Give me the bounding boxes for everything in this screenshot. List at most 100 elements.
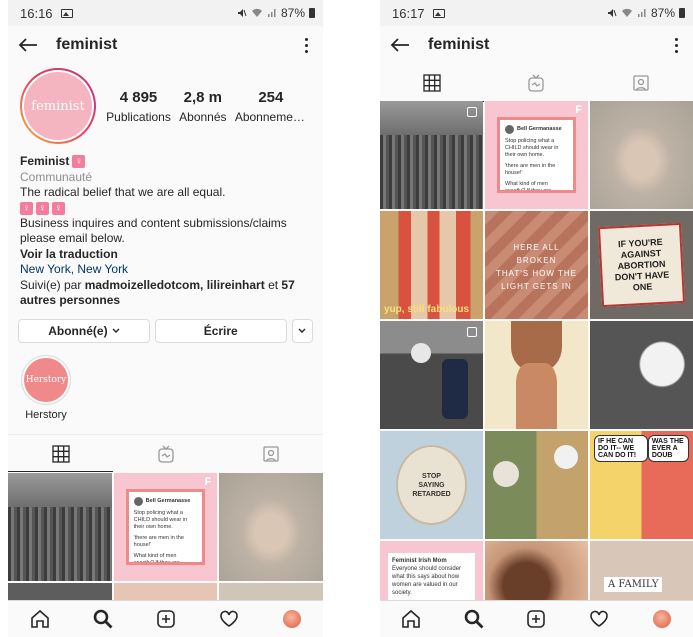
tab-tagged[interactable]	[218, 435, 323, 472]
post-thumbnail[interactable]	[8, 473, 112, 581]
post-logo-letter: F	[575, 104, 582, 116]
post-thumbnail[interactable]	[485, 431, 588, 539]
header-username: feminist	[56, 36, 118, 53]
tweet-line: Stop policing what a CHILD should wear i…	[133, 510, 188, 530]
post-thumbnail[interactable]: A FAMILY	[590, 541, 693, 605]
nav-profile[interactable]	[279, 606, 305, 632]
stat-followers-count: 2,8 m	[183, 88, 223, 106]
back-arrow-icon[interactable]	[18, 34, 40, 56]
wifi-icon	[251, 8, 262, 17]
see-translation-link[interactable]: Voir la traduction	[20, 247, 311, 263]
battery-level: 87%	[650, 6, 675, 20]
highlight-label: Herstory	[25, 408, 67, 421]
tab-igtv[interactable]	[484, 64, 588, 102]
igtv-icon	[157, 445, 174, 463]
nav-new-post[interactable]	[153, 606, 179, 632]
female-sign-icon: ♀	[52, 201, 65, 215]
tweet-card: Bell Germanasse Stop policing what a CHI…	[497, 117, 576, 193]
stat-following-label: Abonnements	[234, 109, 307, 124]
multi-post-icon	[467, 107, 477, 117]
profile-category: Communauté	[20, 169, 93, 184]
tab-tagged[interactable]	[589, 64, 693, 102]
plus-square-icon	[527, 610, 546, 628]
status-bar: 16:17 87%	[380, 0, 693, 26]
more-options-icon[interactable]	[669, 37, 683, 53]
tab-grid[interactable]	[380, 64, 485, 102]
more-options-icon[interactable]	[299, 37, 313, 53]
post-sign-text: A FAMILY	[604, 577, 663, 592]
tweet-author: Bell Germanasse	[517, 126, 562, 132]
nav-activity[interactable]	[586, 606, 612, 632]
stat-followers[interactable]: 2,8 m Abonnés	[179, 89, 226, 124]
post-thumbnail[interactable]	[485, 541, 588, 605]
story-highlights: Herstory Herstory	[8, 343, 323, 435]
female-sign-icon: ♀	[72, 155, 86, 169]
profile-tabs	[380, 64, 693, 102]
post-thumbnail[interactable]: STOP SAYING RETARDED	[380, 431, 483, 539]
home-icon	[30, 609, 49, 628]
profile-bio: Feminist ♀ Communauté The radical belief…	[8, 148, 323, 309]
tweet-author: Bell Germanasse	[145, 498, 191, 504]
profile-name: Feminist ♀	[20, 154, 311, 170]
nav-search[interactable]	[90, 606, 116, 632]
female-sign-icon: ♀	[20, 201, 33, 215]
tab-igtv[interactable]	[113, 435, 218, 472]
post-logo-letter: F	[204, 476, 212, 488]
post-thumbnail[interactable]	[590, 101, 693, 209]
post-quote: HERE ALL BROKEN THAT'S HOW THE LIGHT GET…	[495, 243, 577, 291]
post-thumbnail[interactable]	[590, 321, 693, 429]
nav-home[interactable]	[27, 606, 53, 632]
post-thumbnail[interactable]	[219, 473, 323, 581]
nav-profile[interactable]	[649, 606, 675, 632]
followed-by[interactable]: Suivi(e) par madmoizelledotcom, lilirein…	[20, 278, 311, 309]
message-button[interactable]: Écrire	[154, 318, 287, 343]
tagged-icon	[262, 445, 279, 462]
mute-icon	[607, 9, 617, 17]
post-thumbnail[interactable]	[380, 101, 483, 209]
plus-square-icon	[156, 610, 175, 628]
post-thumbnail[interactable]: F Bell Germanasse Stop policing what a C…	[113, 473, 218, 581]
nav-activity[interactable]	[216, 606, 242, 632]
comic-bubbles: IF HE CAN DO IT-- WE CAN DO IT! WAS THE …	[594, 435, 689, 462]
location-link[interactable]: New York, New York	[20, 262, 311, 278]
battery-icon	[309, 8, 315, 18]
nav-search[interactable]	[461, 606, 487, 632]
profile-avatar[interactable]: feminist	[20, 68, 96, 144]
stat-followers-label: Abonnés	[179, 109, 227, 124]
tweet-card: Feminist Irish Mom Everyone should consi…	[388, 553, 475, 601]
comic-bubble: IF HE CAN DO IT-- WE CAN DO IT!	[594, 435, 648, 462]
tweet-line: Stop policing what a CHILD should wear i…	[505, 138, 559, 158]
highlight-herstory[interactable]: Herstory Herstory	[18, 354, 74, 421]
nav-new-post[interactable]	[523, 606, 549, 632]
post-thumbnail[interactable]: F Bell Germanasse Stop policing what a C…	[485, 101, 588, 209]
post-thumbnail[interactable]: Feminist Irish Mom Everyone should consi…	[380, 541, 483, 605]
stat-posts[interactable]: 4 895 Publications	[106, 89, 171, 124]
post-thumbnail[interactable]: IF YOU'RE AGAINST ABORTION DON'T HAVE ON…	[590, 211, 693, 319]
grid-icon	[423, 74, 441, 92]
nav-home[interactable]	[398, 606, 424, 632]
comic-bubble: WAS THE EVER A DOUB	[647, 435, 689, 462]
tweet-avatar	[505, 125, 514, 134]
suggested-accounts-button[interactable]	[291, 318, 313, 343]
back-arrow-icon[interactable]	[390, 34, 412, 56]
chevron-down-icon	[112, 328, 120, 333]
wifi-icon	[621, 8, 632, 17]
followed-by-names: madmoizelledotcom, lilireinhart	[84, 277, 265, 292]
post-thumbnail[interactable]: IF HE CAN DO IT-- WE CAN DO IT! WAS THE …	[590, 431, 693, 539]
post-thumbnail[interactable]	[380, 321, 483, 429]
home-icon	[402, 609, 421, 628]
tweet-author: Feminist Irish Mom	[392, 558, 447, 564]
highlight-cover: Herstory	[24, 357, 68, 402]
stat-following[interactable]: 254 Abonnements	[235, 89, 307, 124]
stat-posts-label: Publications	[106, 109, 171, 124]
post-thumbnail[interactable]: HERE ALL BROKEN THAT'S HOW THE LIGHT GET…	[485, 211, 588, 319]
mute-icon	[237, 9, 247, 17]
phone-right: 16:17 87% feminist F Bell Germanasse Sto…	[380, 0, 693, 637]
post-thumbnail[interactable]	[485, 321, 588, 429]
stat-posts-count: 4 895	[119, 88, 158, 106]
tab-grid[interactable]	[8, 435, 113, 472]
following-button[interactable]: Abonné(e)	[18, 318, 150, 343]
profile-header: feminist	[380, 26, 693, 64]
profile-tabs	[8, 434, 323, 472]
post-thumbnail[interactable]: yup, still fabulous	[380, 211, 483, 319]
